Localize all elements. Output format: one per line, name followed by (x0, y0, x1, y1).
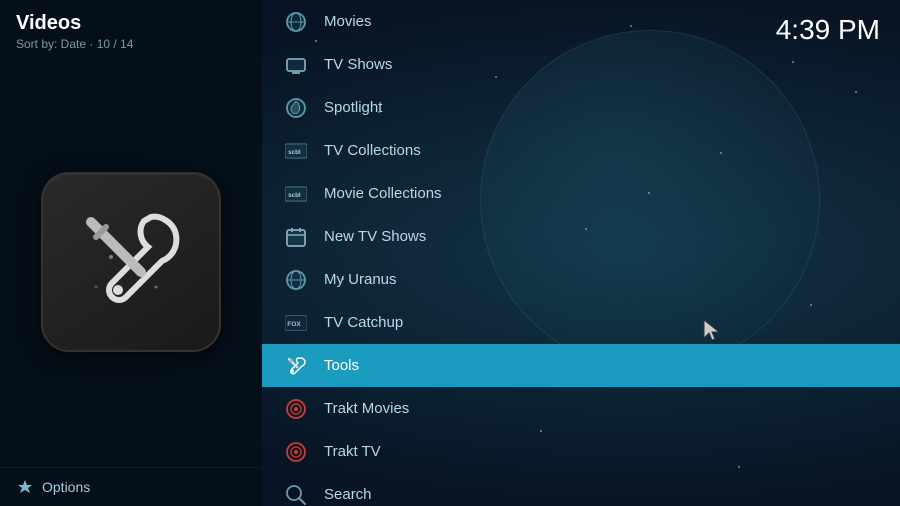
menu-item-search[interactable]: Search (262, 473, 900, 506)
sort-info: Sort by: Date · 10 / 14 (16, 37, 246, 51)
movies-label: Movies (324, 13, 372, 30)
uranus-icon (282, 266, 310, 294)
movie-collections-icon: scbl (282, 180, 310, 208)
menu-item-trakt-movies[interactable]: Trakt Movies (262, 387, 900, 430)
options-bar[interactable]: Options (0, 467, 262, 506)
app-icon-area (0, 57, 262, 467)
tools-label: Tools (324, 357, 359, 374)
menu-item-spotlight[interactable]: Spotlight (262, 86, 900, 129)
svg-text:scbl: scbl (288, 149, 301, 156)
tv-catchup-label: TV Catchup (324, 314, 403, 331)
menu-item-tv-catchup[interactable]: FOX TV Catchup (262, 301, 900, 344)
spotlight-label: Spotlight (324, 99, 382, 116)
sidebar-header: Videos Sort by: Date · 10 / 14 (0, 0, 262, 57)
tv-icon (282, 51, 310, 79)
menu-list: Movies TV Shows Spotlight scbl TV Collec… (262, 0, 900, 506)
spotlight-icon (282, 94, 310, 122)
sidebar: Videos Sort by: Date · 10 / 14 Options (0, 0, 262, 506)
fox-icon: FOX (282, 309, 310, 337)
movie-collections-label: Movie Collections (324, 185, 442, 202)
trakt-movies-icon (282, 395, 310, 423)
new-tv-shows-label: New TV Shows (324, 228, 426, 245)
page-title: Videos (16, 12, 246, 35)
tv-collections-icon: scbl (282, 137, 310, 165)
svg-text:scbl: scbl (288, 192, 301, 199)
menu-item-new-tv-shows[interactable]: New TV Shows (262, 215, 900, 258)
app-icon (41, 172, 221, 352)
my-uranus-label: My Uranus (324, 271, 397, 288)
tv-collections-label: TV Collections (324, 142, 421, 159)
options-icon (16, 478, 34, 496)
trakt-movies-label: Trakt Movies (324, 400, 409, 417)
tools-menu-icon (282, 352, 310, 380)
tv-shows-label: TV Shows (324, 56, 392, 73)
clock: 4:39 PM (776, 14, 880, 46)
calendar-icon (282, 223, 310, 251)
menu-panel: 4:39 PM Movies TV Shows Spotlight (262, 0, 900, 506)
search-label: Search (324, 486, 372, 503)
options-label: Options (42, 479, 90, 495)
menu-item-movie-collections[interactable]: scbl Movie Collections (262, 172, 900, 215)
trakt-tv-label: Trakt TV (324, 443, 381, 460)
menu-item-tools[interactable]: Tools (262, 344, 900, 387)
svg-text:FOX: FOX (287, 320, 301, 327)
menu-item-tv-collections[interactable]: scbl TV Collections (262, 129, 900, 172)
globe-icon (282, 8, 310, 36)
trakt-tv-icon (282, 438, 310, 466)
menu-item-my-uranus[interactable]: My Uranus (262, 258, 900, 301)
menu-item-trakt-tv[interactable]: Trakt TV (262, 430, 900, 473)
tools-icon-graphic (66, 197, 196, 327)
menu-item-tv-shows[interactable]: TV Shows (262, 43, 900, 86)
search-icon (282, 481, 310, 506)
